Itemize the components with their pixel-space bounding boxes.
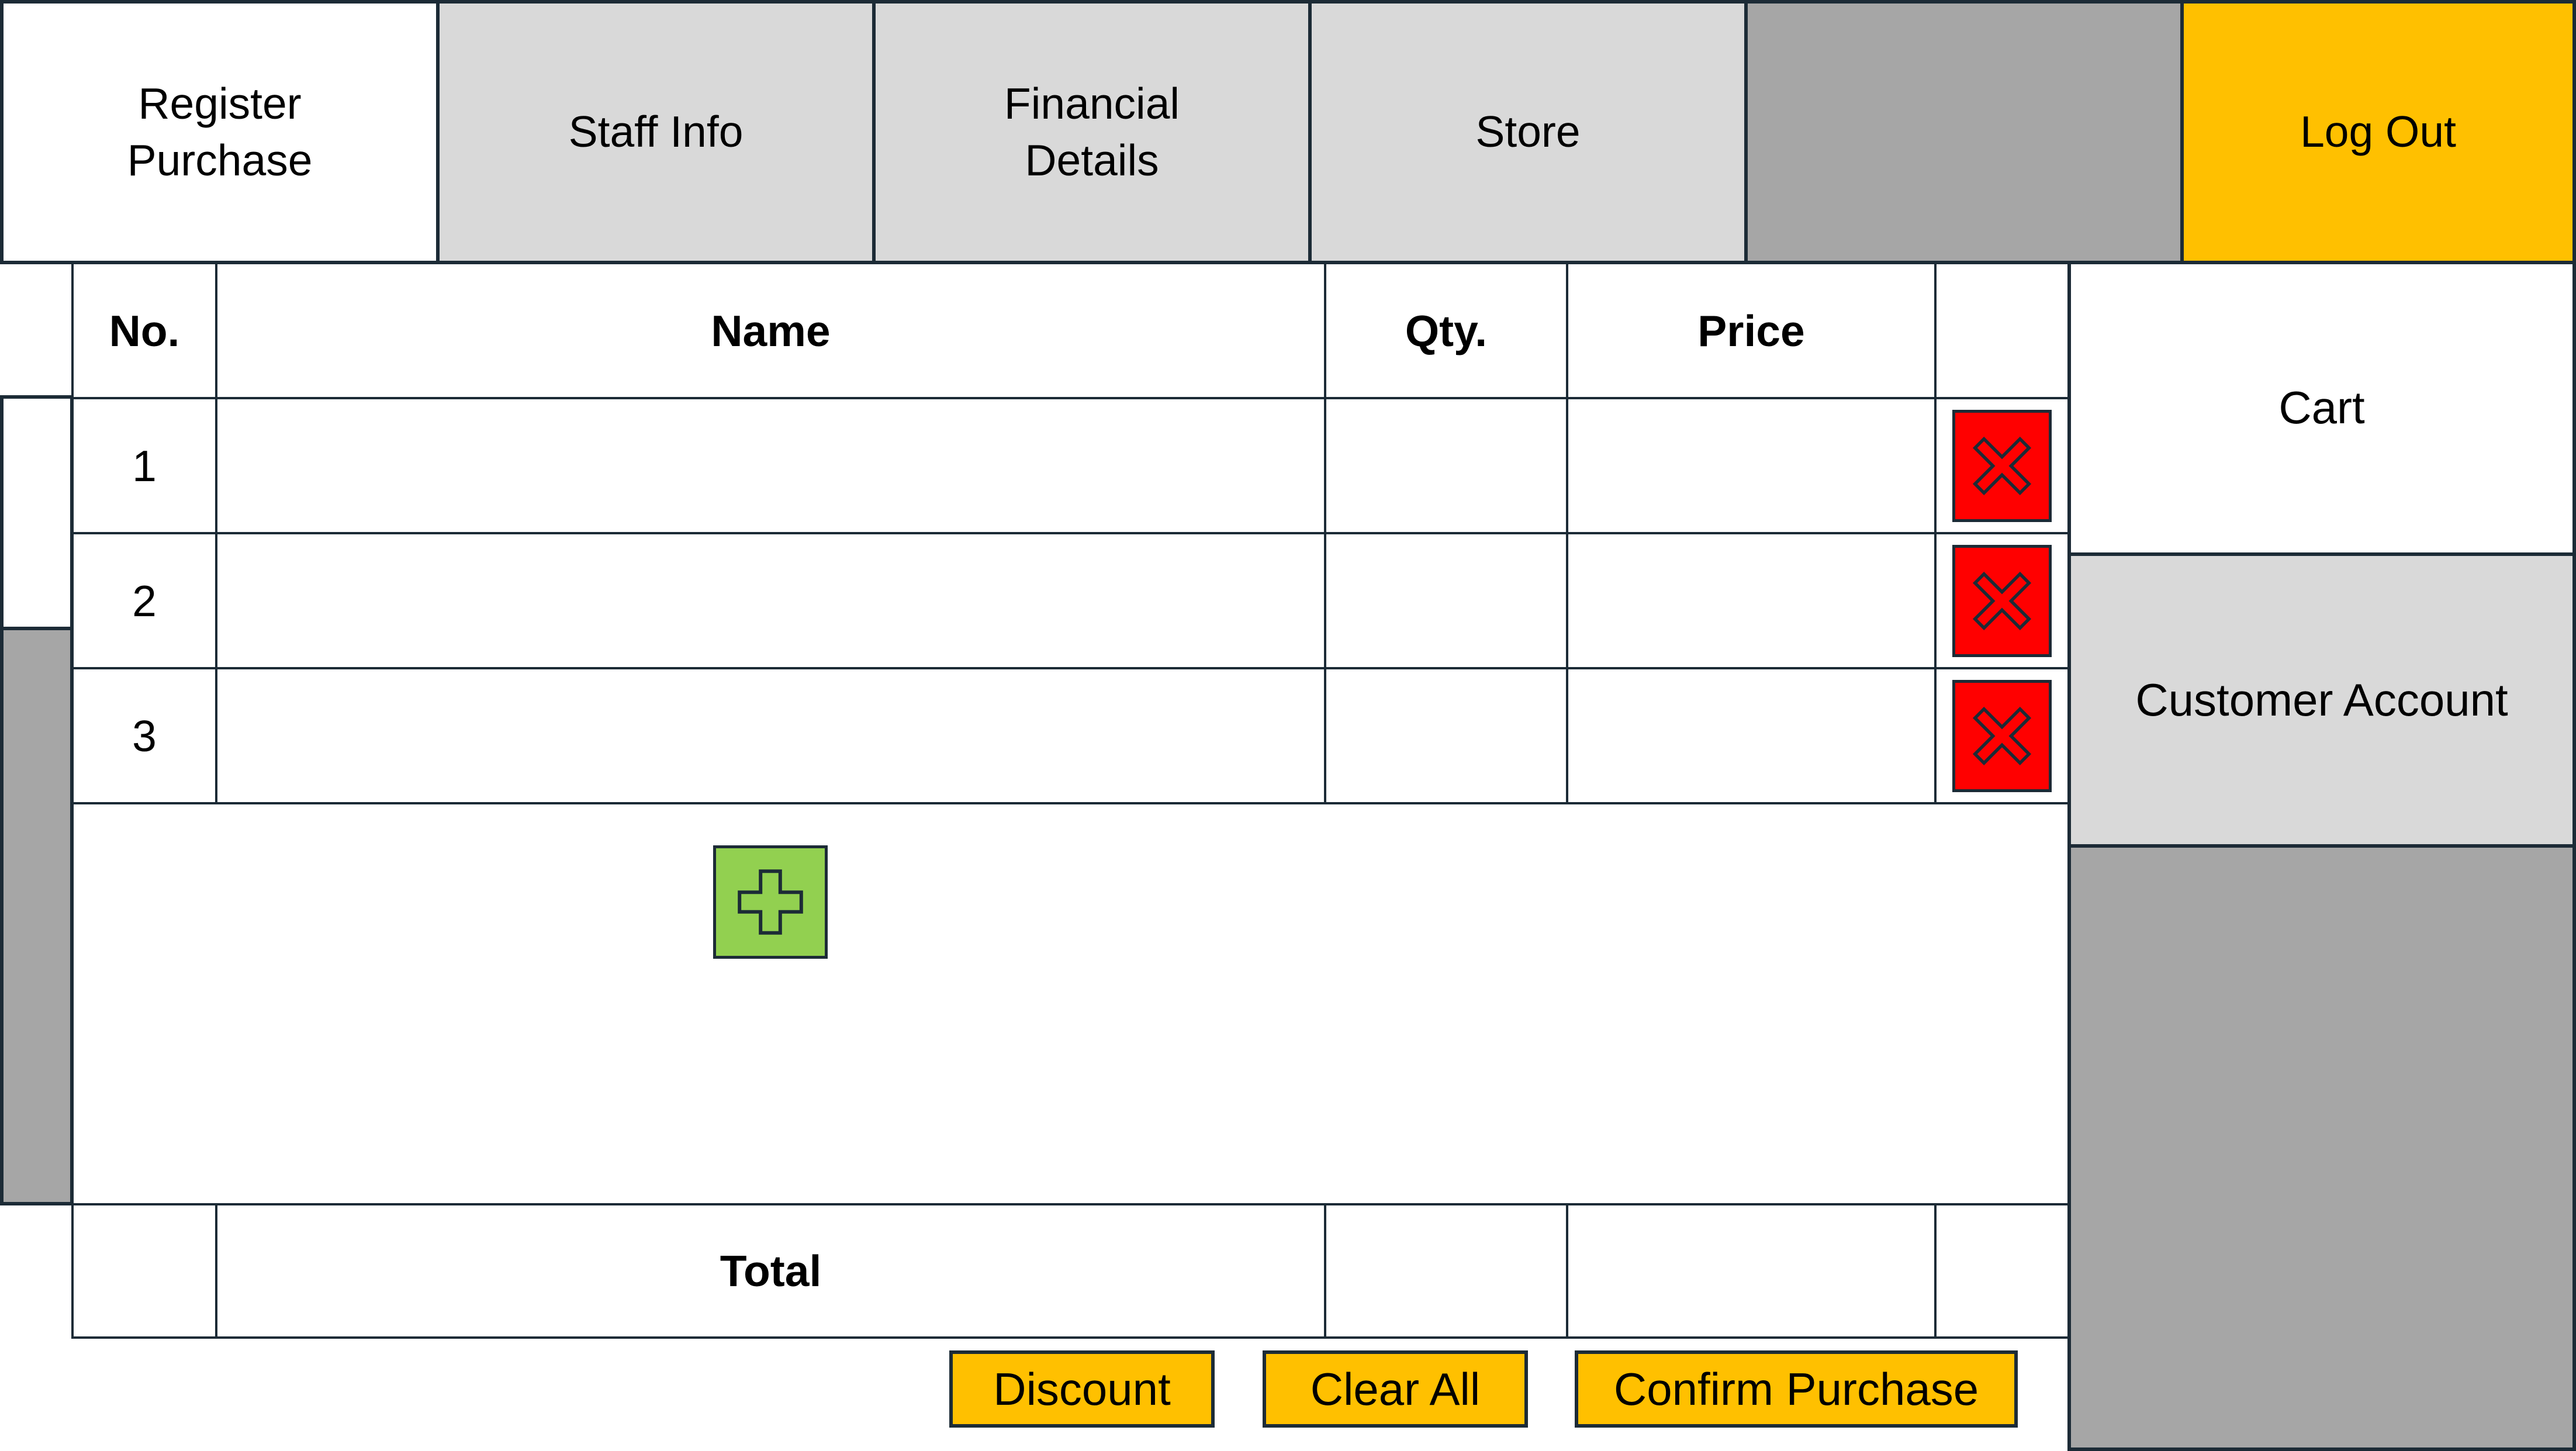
side-tab-cart[interactable]: Cart — [2067, 261, 2576, 556]
side-tab-label: Cart — [2278, 382, 2365, 433]
close-icon — [1972, 706, 2032, 765]
header-label: Price — [1697, 306, 1805, 355]
total-label-cell: Total — [215, 1203, 1326, 1339]
row-number: 3 — [132, 711, 157, 761]
item-name-cell[interactable] — [215, 532, 1326, 669]
item-price-cell[interactable] — [1566, 532, 1937, 669]
tab-label: Store — [1475, 107, 1581, 157]
item-price-cell[interactable] — [1566, 667, 1937, 804]
header-action — [1934, 262, 2070, 399]
row-number-cell: 2 — [71, 532, 217, 669]
header-label: Qty. — [1405, 306, 1488, 355]
tab-label: Register Purchase — [127, 78, 313, 185]
action-cell — [1934, 397, 2070, 534]
row-number: 1 — [132, 441, 157, 490]
total-price-cell — [1566, 1203, 1937, 1339]
delete-row-button[interactable] — [1952, 544, 2052, 657]
row-number: 2 — [132, 576, 157, 626]
total-qty-cell — [1324, 1203, 1568, 1339]
total-label: Total — [720, 1246, 822, 1295]
discount-button[interactable]: Discount — [949, 1350, 1215, 1428]
tab-blank — [1744, 0, 2184, 264]
row-number-cell: 3 — [71, 667, 217, 804]
scrollbar-thumb[interactable] — [0, 627, 74, 1205]
tab-store[interactable]: Store — [1308, 0, 1748, 264]
total-number-cell — [71, 1203, 217, 1339]
item-qty-cell[interactable] — [1324, 532, 1568, 669]
item-qty-cell[interactable] — [1324, 667, 1568, 804]
logout-label: Log Out — [2300, 107, 2456, 157]
tab-register-purchase[interactable]: Register Purchase — [0, 0, 440, 264]
row-number-cell: 1 — [71, 397, 217, 534]
delete-row-button[interactable] — [1952, 409, 2052, 522]
tab-financial-details[interactable]: Financial Details — [872, 0, 1312, 264]
add-row-button[interactable] — [713, 845, 828, 959]
side-tab-label: Customer Account — [2135, 674, 2508, 726]
total-action-cell — [1934, 1203, 2070, 1339]
header-label: No. — [109, 306, 180, 355]
plus-icon — [738, 869, 803, 935]
header-no: No. — [71, 262, 217, 399]
clear-all-label: Clear All — [1310, 1363, 1481, 1415]
tab-label: Staff Info — [568, 107, 744, 157]
item-name-cell[interactable] — [215, 397, 1326, 534]
clear-all-button[interactable]: Clear All — [1263, 1350, 1528, 1428]
header-label: Name — [711, 306, 831, 355]
discount-label: Discount — [993, 1363, 1171, 1415]
tab-staff-info[interactable]: Staff Info — [436, 0, 876, 264]
item-qty-cell[interactable] — [1324, 397, 1568, 534]
header-name: Name — [215, 262, 1326, 399]
action-cell — [1934, 667, 2070, 804]
delete-row-button[interactable] — [1952, 679, 2052, 792]
confirm-purchase-label: Confirm Purchase — [1613, 1363, 1979, 1415]
confirm-purchase-button[interactable]: Confirm Purchase — [1575, 1350, 2018, 1428]
close-icon — [1972, 436, 2032, 495]
side-tab-customer-account[interactable]: Customer Account — [2067, 552, 2576, 848]
item-name-cell[interactable] — [215, 667, 1326, 804]
header-price: Price — [1566, 262, 1937, 399]
item-price-cell[interactable] — [1566, 397, 1937, 534]
close-icon — [1972, 571, 2032, 630]
table-empty-area — [71, 802, 2070, 1205]
action-cell — [1934, 532, 2070, 669]
header-qty: Qty. — [1324, 262, 1568, 399]
logout-button[interactable]: Log Out — [2180, 0, 2576, 264]
tab-label: Financial Details — [1004, 78, 1180, 185]
